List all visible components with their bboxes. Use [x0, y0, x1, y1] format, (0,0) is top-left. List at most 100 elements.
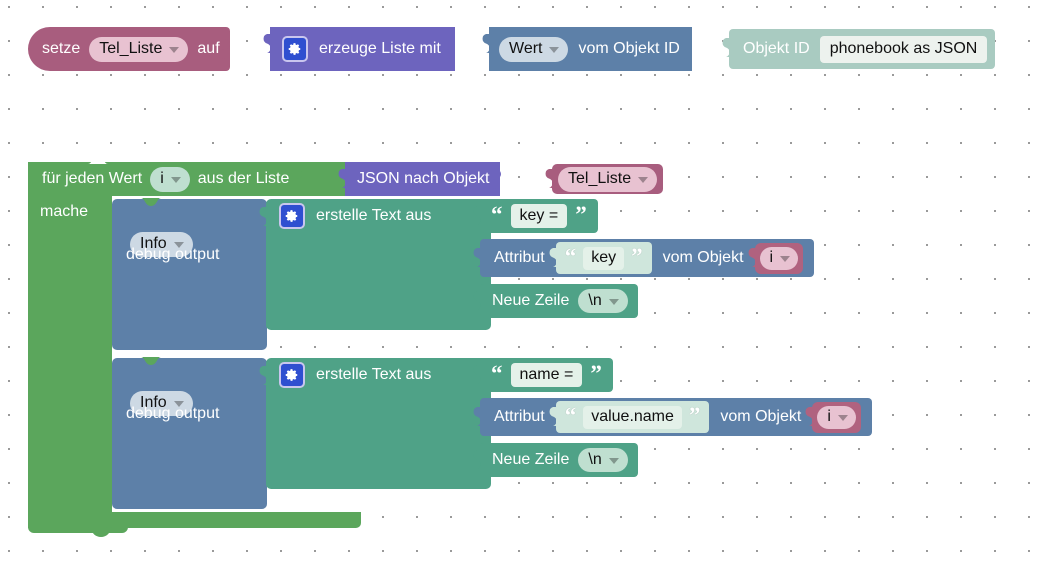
newline-label: Neue Zeile	[492, 451, 570, 468]
gear-icon[interactable]	[279, 362, 305, 388]
from-object-id-label: vom Objekt ID	[578, 40, 680, 57]
attribute-name-input-1[interactable]: key	[583, 246, 625, 270]
left-plug-notch	[258, 366, 267, 385]
left-plug-notch	[472, 291, 481, 310]
statement-top-notch	[141, 198, 161, 206]
do-label: mache	[40, 203, 89, 220]
left-plug-notch	[804, 406, 814, 426]
json-to-object-label: JSON nach Objekt	[357, 170, 490, 187]
quote-open-icon: “	[564, 403, 577, 428]
value-type-dropdown-value: Wert	[509, 39, 543, 57]
object-id-socket	[681, 39, 693, 59]
left-plug-notch	[258, 207, 267, 226]
left-plug-notch	[481, 34, 490, 53]
object-id-input-value: phonebook as JSON	[829, 40, 978, 57]
create-text-label: erstelle Text aus	[316, 207, 432, 224]
newline-dropdown-2[interactable]: \n	[578, 448, 628, 472]
value-socket	[219, 39, 231, 59]
from-list-label: aus der Liste	[197, 170, 290, 187]
block-newline-2[interactable]: Neue Zeile \n	[473, 443, 638, 477]
quote-close-icon: ”	[688, 403, 701, 428]
block-debug-output-1[interactable]: debug output Info	[112, 198, 268, 350]
loop-bottom-tab	[85, 527, 117, 537]
block-attribute-name-2[interactable]: “ value.name ”	[549, 401, 710, 433]
for-each-label: für jeden Wert	[42, 170, 143, 187]
left-plug-notch	[544, 169, 553, 188]
newline-dropdown-1[interactable]: \n	[578, 289, 628, 313]
block-get-attribute-1[interactable]: Attribut “ key ” vom Objekt i	[473, 239, 815, 277]
left-plug-notch	[747, 247, 756, 267]
block-text-literal-2[interactable]: “ name = ”	[473, 358, 613, 392]
text-literal-input-2[interactable]: name =	[510, 363, 583, 387]
list-value-socket	[292, 169, 303, 189]
left-plug-notch	[337, 169, 346, 188]
quote-open-icon: “	[491, 202, 503, 227]
text-literal-input-1[interactable]: key =	[510, 204, 568, 228]
gear-icon[interactable]	[279, 203, 305, 229]
chevron-down-icon	[549, 46, 560, 53]
newline-value: \n	[588, 450, 602, 468]
left-plug-notch	[548, 248, 557, 267]
block-create-list[interactable]: erzeuge Liste mit	[263, 27, 456, 71]
block-debug-output-2[interactable]: debug output Info	[112, 357, 268, 509]
block-object-id[interactable]: Objekt ID phonebook as JSON	[722, 29, 996, 69]
block-json-to-object[interactable]: JSON nach Objekt	[338, 162, 502, 196]
block-get-value-from-object-id[interactable]: Wert vom Objekt ID	[482, 27, 693, 71]
value-type-dropdown[interactable]: Wert	[499, 36, 569, 62]
block-set-variable[interactable]: setze Tel_Liste auf	[28, 27, 230, 71]
blockly-workspace[interactable]: setze Tel_Liste auf erzeuge Liste mit We…	[0, 0, 1057, 566]
block-attribute-name-1[interactable]: “ key ”	[549, 242, 652, 274]
text-literal-value: name =	[519, 366, 574, 383]
from-object-label: vom Objekt	[720, 408, 802, 425]
variable-dropdown-tel-liste-2[interactable]: Tel_Liste	[558, 166, 658, 192]
block-get-attribute-2[interactable]: Attribut “ value.name ” vom Objekt i	[473, 398, 872, 436]
variable-dropdown-value: Tel_Liste	[568, 169, 632, 187]
block-variable-i-1[interactable]: i	[748, 242, 804, 274]
quote-close-icon: ”	[575, 202, 587, 227]
from-object-label: vom Objekt	[662, 249, 744, 266]
block-create-text-2[interactable]: erstelle Text aus	[259, 358, 492, 489]
left-plug-notch	[472, 248, 481, 267]
block-variable-i-2[interactable]: i	[805, 401, 861, 433]
attribute-name-input-2[interactable]: value.name	[583, 405, 682, 429]
list-item-socket	[444, 39, 456, 59]
debug-output-title: debug output	[126, 405, 220, 422]
newline-label: Neue Zeile	[492, 292, 570, 309]
block-variable-tel-liste[interactable]: Tel_Liste	[545, 164, 664, 194]
quote-close-icon: ”	[631, 244, 643, 269]
attribute-name-value: key	[591, 249, 617, 266]
variable-dropdown-tel-liste[interactable]: Tel_Liste	[89, 36, 189, 62]
newline-value: \n	[588, 291, 602, 309]
object-variable-dropdown-2[interactable]: i	[817, 405, 856, 429]
iterator-variable-dropdown[interactable]: i	[150, 166, 190, 192]
block-newline-1[interactable]: Neue Zeile \n	[473, 284, 638, 318]
create-text-label: erstelle Text aus	[316, 366, 432, 383]
quote-open-icon: “	[491, 361, 503, 386]
json-value-socket	[490, 169, 502, 189]
text-literal-value: key =	[519, 207, 559, 224]
left-plug-notch	[721, 38, 730, 57]
attribute-label: Attribut	[494, 249, 545, 266]
block-for-each[interactable]: für jeden Wert i aus der Liste	[28, 162, 303, 196]
block-create-text-1[interactable]: erstelle Text aus	[259, 199, 492, 330]
object-variable-value: i	[769, 249, 774, 266]
debug-output-title: debug output	[126, 246, 220, 263]
chevron-down-icon	[608, 298, 619, 305]
chevron-down-icon	[837, 415, 848, 421]
attribute-label: Attribut	[494, 408, 545, 425]
left-plug-notch	[262, 34, 271, 53]
attribute-name-value: value.name	[591, 408, 674, 425]
set-label: setze	[42, 40, 81, 57]
chevron-down-icon	[170, 176, 181, 183]
statement-top-notch	[141, 357, 161, 365]
iterator-variable-value: i	[160, 169, 164, 187]
object-id-input[interactable]: phonebook as JSON	[819, 35, 988, 63]
to-label: auf	[197, 40, 220, 57]
gear-icon[interactable]	[282, 36, 308, 62]
quote-close-icon: ”	[590, 361, 602, 386]
left-plug-notch	[472, 450, 481, 469]
left-plug-notch	[548, 407, 557, 426]
block-text-literal-1[interactable]: “ key = ”	[473, 199, 598, 233]
object-id-label: Objekt ID	[743, 40, 810, 57]
object-variable-dropdown-1[interactable]: i	[759, 246, 799, 270]
